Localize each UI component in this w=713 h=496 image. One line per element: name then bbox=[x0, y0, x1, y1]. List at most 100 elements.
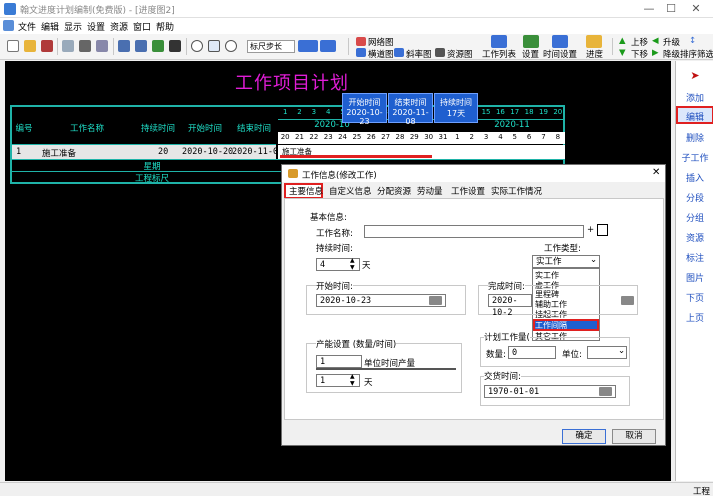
browse-icon[interactable] bbox=[597, 224, 608, 236]
arrow-right-icon[interactable]: ▶ bbox=[652, 48, 659, 58]
finish-label: 完成时间: bbox=[488, 280, 525, 292]
settings-button[interactable]: 设置 bbox=[522, 48, 539, 60]
pointer-icon[interactable]: ➤ bbox=[676, 69, 713, 82]
edit-button[interactable]: 编辑 bbox=[676, 110, 713, 123]
capacity-spinner-icon[interactable]: ▲ ▼ bbox=[350, 373, 355, 387]
resource-button[interactable]: 资源 bbox=[676, 231, 713, 244]
task-name-input[interactable] bbox=[364, 225, 584, 238]
resource-chart-icon[interactable] bbox=[435, 48, 445, 57]
close-button[interactable]: ✕ bbox=[686, 2, 706, 16]
chevron-down-icon[interactable]: ⌄ bbox=[618, 346, 625, 356]
image-button[interactable]: 图片 bbox=[676, 271, 713, 284]
save-icon[interactable] bbox=[41, 40, 53, 52]
calendar-icon[interactable] bbox=[621, 296, 634, 305]
next-page-button[interactable]: 下页 bbox=[676, 291, 713, 304]
ok-button[interactable]: 确定 bbox=[562, 429, 606, 444]
network-chart-button[interactable]: 网络图 bbox=[368, 36, 394, 48]
arrow-down-icon[interactable]: ▼ bbox=[619, 48, 626, 58]
day-bottom: 26 bbox=[366, 133, 376, 141]
subtask-button[interactable]: 子工作 bbox=[676, 151, 713, 164]
delete-button[interactable]: 删除 bbox=[676, 131, 713, 144]
menu-settings[interactable]: 设置 bbox=[87, 20, 105, 33]
arrow-left-icon[interactable]: ◀ bbox=[652, 36, 659, 46]
popup-end: 结束时间 2020-11-08 bbox=[388, 93, 433, 126]
segment-button[interactable]: 分段 bbox=[676, 191, 713, 204]
option-interval[interactable]: 工作间隔 bbox=[535, 320, 567, 331]
tab-assign-resource[interactable]: 分配资源 bbox=[374, 184, 414, 197]
task-list-button[interactable]: 工作列表 bbox=[482, 48, 516, 60]
distribute-icon[interactable] bbox=[320, 40, 336, 52]
chevron-down-icon[interactable]: ⌄ bbox=[590, 255, 597, 265]
move-up-button[interactable]: 上移 bbox=[631, 36, 648, 48]
qty-input[interactable]: 0 bbox=[508, 346, 556, 359]
open-icon[interactable] bbox=[24, 40, 36, 52]
finish-date-input[interactable]: 2020-10-2 bbox=[488, 294, 532, 318]
menu-window[interactable]: 窗口 bbox=[133, 20, 151, 33]
gantt-bar[interactable] bbox=[280, 155, 432, 158]
settings-icon[interactable] bbox=[523, 35, 539, 48]
sort-icon[interactable]: ↕ bbox=[689, 36, 696, 46]
row-end: 2020-11-08 bbox=[232, 147, 284, 157]
sort-filter-button[interactable]: 排序筛选 bbox=[680, 48, 713, 60]
menu-help[interactable]: 帮助 bbox=[156, 20, 174, 33]
day-top: 18 bbox=[524, 108, 534, 116]
toolbar-divider bbox=[348, 38, 349, 55]
capacity-input[interactable]: 1 bbox=[316, 355, 362, 368]
annotate-button[interactable]: 标注 bbox=[676, 251, 713, 264]
calendar-icon[interactable] bbox=[429, 296, 442, 305]
menu-resources[interactable]: 资源 bbox=[110, 20, 128, 33]
toolbar-divider bbox=[186, 38, 187, 55]
export-icon[interactable] bbox=[96, 40, 108, 52]
zoom-out-icon[interactable] bbox=[191, 40, 203, 52]
network-chart-icon[interactable] bbox=[356, 37, 366, 46]
downgrade-button[interactable]: 降级 bbox=[663, 48, 680, 60]
add-button[interactable]: 添加 bbox=[676, 91, 713, 104]
delivery-date-input[interactable]: 1970-01-01 bbox=[484, 385, 616, 398]
actual-size-icon[interactable] bbox=[208, 40, 220, 52]
menu-view[interactable]: 显示 bbox=[64, 20, 82, 33]
new-icon[interactable] bbox=[7, 40, 19, 52]
time-settings-icon[interactable] bbox=[552, 35, 568, 48]
maximize-button[interactable]: ☐ bbox=[661, 2, 681, 16]
preview-icon[interactable] bbox=[62, 40, 74, 52]
menu-file[interactable]: 文件 bbox=[18, 20, 36, 33]
zoom-in-icon[interactable] bbox=[225, 40, 237, 52]
resource-chart-button[interactable]: 资源图 bbox=[447, 48, 473, 60]
redo-icon[interactable] bbox=[135, 40, 147, 52]
copy-icon[interactable] bbox=[152, 40, 164, 52]
gantt-chart-button[interactable]: 横道图 bbox=[368, 48, 394, 60]
insert-button[interactable]: 插入 bbox=[676, 171, 713, 184]
align-icon[interactable] bbox=[298, 40, 318, 52]
day-bottom: 3 bbox=[483, 133, 489, 141]
minimize-button[interactable]: — bbox=[639, 2, 659, 16]
calendar-icon[interactable] bbox=[599, 387, 612, 396]
move-down-button[interactable]: 下移 bbox=[631, 48, 648, 60]
prev-page-button[interactable]: 上页 bbox=[676, 311, 713, 324]
dialog-close-icon[interactable]: ✕ bbox=[652, 167, 660, 178]
day-bottom: 22 bbox=[309, 133, 319, 141]
print-icon[interactable] bbox=[79, 40, 91, 52]
cancel-button[interactable]: 取消 bbox=[612, 429, 656, 444]
scale-step-select[interactable]: 标尺步长 bbox=[247, 40, 295, 53]
arrow-up-icon[interactable]: ▲ bbox=[619, 36, 626, 46]
tab-main[interactable]: 主要信息 bbox=[286, 184, 326, 197]
month-label: 2020-11 bbox=[494, 120, 530, 130]
duration-spinner-icon[interactable]: ▲ ▼ bbox=[350, 257, 355, 271]
upgrade-button[interactable]: 升级 bbox=[663, 36, 680, 48]
group-button[interactable]: 分组 bbox=[676, 211, 713, 224]
progress-icon[interactable] bbox=[586, 35, 602, 48]
tab-actual-work[interactable]: 实际工作情况 bbox=[488, 184, 545, 197]
cut-icon[interactable] bbox=[169, 40, 181, 52]
tab-custom[interactable]: 自定义信息 bbox=[326, 184, 375, 197]
start-date-input[interactable]: 2020-10-23 bbox=[316, 294, 446, 307]
undo-icon[interactable] bbox=[118, 40, 130, 52]
tab-task-settings[interactable]: 工作设置 bbox=[448, 184, 488, 197]
progress-button[interactable]: 进度 bbox=[586, 48, 603, 60]
menu-edit[interactable]: 编辑 bbox=[41, 20, 59, 33]
diagonal-chart-icon[interactable] bbox=[394, 48, 404, 57]
gantt-chart-icon[interactable] bbox=[356, 48, 366, 57]
time-settings-button[interactable]: 时间设置 bbox=[543, 48, 577, 60]
diagonal-chart-button[interactable]: 斜率图 bbox=[406, 48, 432, 60]
task-list-icon[interactable] bbox=[491, 35, 507, 48]
tab-labor[interactable]: 劳动量 bbox=[414, 184, 446, 197]
